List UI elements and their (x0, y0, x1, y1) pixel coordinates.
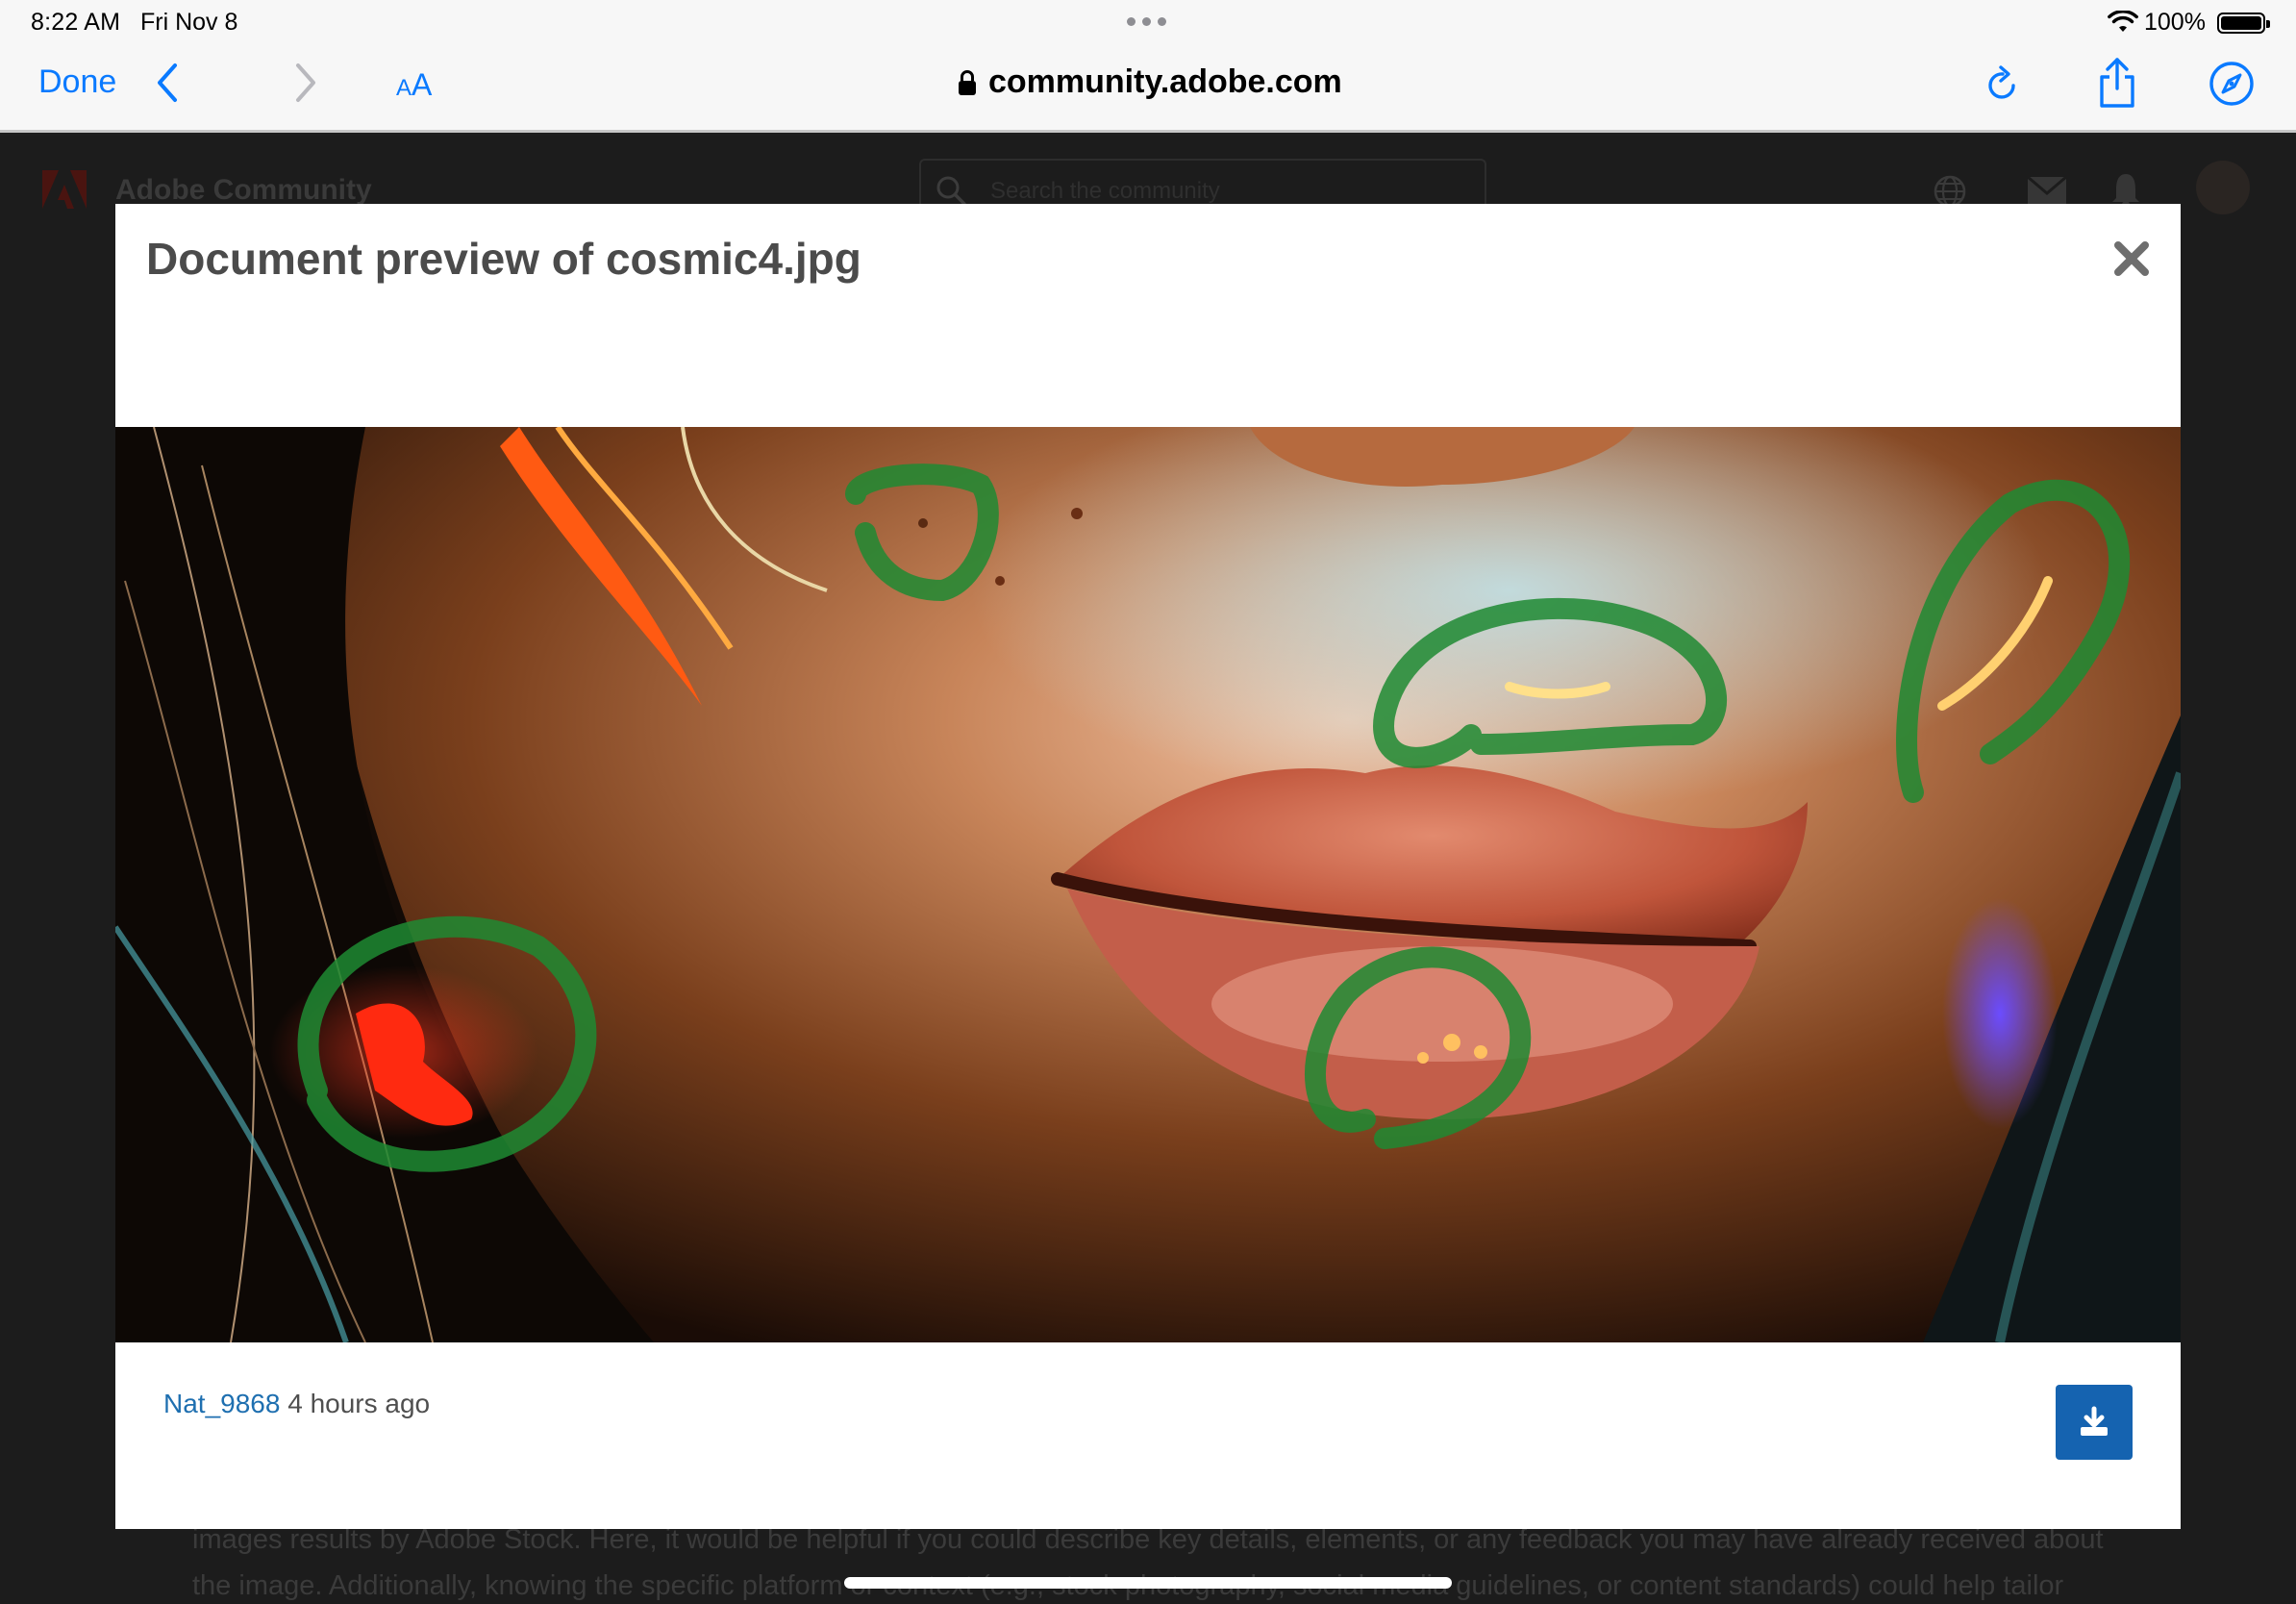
attachment-meta: Nat_9868 4 hours ago (163, 1389, 430, 1419)
cosmic4-image (115, 427, 2181, 1342)
share-icon[interactable] (2096, 56, 2138, 110)
wifi-icon (2108, 11, 2138, 32)
author-link[interactable]: Nat_9868 (163, 1389, 280, 1418)
lock-icon (959, 69, 976, 95)
user-avatar[interactable] (2196, 161, 2250, 214)
multitasking-dots-icon[interactable] (1127, 17, 1166, 26)
back-arrow-icon[interactable] (154, 62, 183, 104)
download-button[interactable] (2056, 1385, 2133, 1460)
browser-toolbar: Done AA community.adobe.com (0, 44, 2296, 133)
site-title: Adobe Community (115, 174, 372, 206)
download-icon (2081, 1406, 2108, 1436)
mail-icon[interactable] (2027, 176, 2067, 207)
image-preview[interactable] (115, 427, 2181, 1342)
post-body-text: images results by Adobe Stock. Here, it … (192, 1516, 2115, 1604)
document-preview-modal: Document preview of cosmic4.jpg Nat_9868… (115, 204, 2181, 1529)
adobe-logo-icon (42, 170, 87, 209)
forward-arrow-icon[interactable] (290, 62, 319, 104)
battery-percent: 100% (2144, 9, 2206, 36)
text-size-small-glyph: A (396, 75, 412, 101)
search-placeholder: Search the community (990, 178, 1220, 204)
status-bar: 8:22 AM Fri Nov 8 100% (0, 0, 2296, 44)
address-bar[interactable]: community.adobe.com (958, 63, 1342, 101)
modal-title: Document preview of cosmic4.jpg (146, 234, 861, 284)
text-size-button[interactable]: AA (396, 67, 432, 103)
text-size-large-glyph: A (412, 67, 433, 102)
home-indicator[interactable] (844, 1577, 1452, 1589)
battery-icon (2217, 13, 2270, 34)
timestamp: 4 hours ago (287, 1389, 431, 1418)
search-icon (936, 176, 966, 206)
status-time: 8:22 AM (31, 9, 121, 36)
url-host: community.adobe.com (988, 63, 1342, 100)
compass-icon[interactable] (2208, 60, 2256, 108)
status-date: Fri Nov 8 (140, 9, 238, 36)
reload-icon[interactable] (1984, 63, 2021, 106)
done-button[interactable]: Done (38, 63, 116, 101)
close-icon[interactable] (2113, 240, 2150, 277)
